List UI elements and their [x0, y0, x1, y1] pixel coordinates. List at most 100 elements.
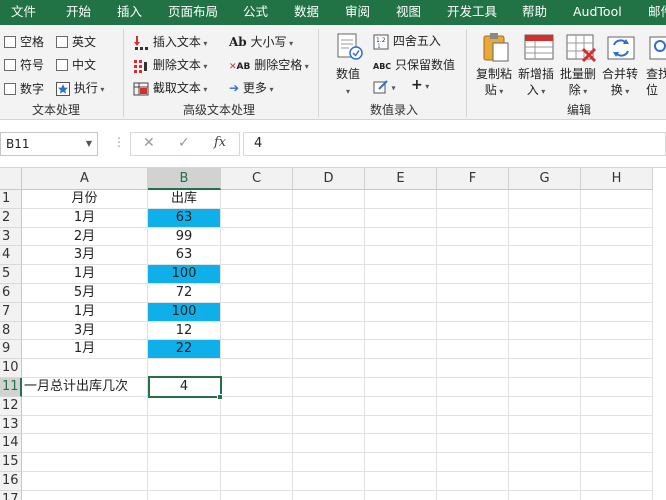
name-box[interactable]: B11 ▼	[0, 132, 98, 156]
cell-d2[interactable]	[293, 208, 365, 228]
row-header-11[interactable]: 11	[0, 378, 22, 397]
cell-f13[interactable]	[437, 415, 509, 435]
cell-g9[interactable]	[509, 340, 581, 360]
cell-d7[interactable]	[293, 302, 365, 322]
column-header-h[interactable]: H	[581, 168, 653, 190]
fill-handle[interactable]	[217, 394, 223, 400]
cell-d5[interactable]	[293, 265, 365, 284]
cell-a12[interactable]	[22, 396, 148, 416]
insert-function-icon[interactable]: fx	[214, 135, 226, 150]
add-insert-button[interactable]: 新增插入 ▾	[518, 66, 554, 100]
cell-h14[interactable]	[581, 434, 653, 454]
cell-g7[interactable]	[509, 302, 581, 322]
row-header-3[interactable]: 3	[0, 227, 22, 247]
cell-c11[interactable]	[221, 378, 293, 397]
cell-b17[interactable]	[148, 490, 221, 500]
cell-d13[interactable]	[293, 415, 365, 435]
cell-f4[interactable]	[437, 246, 509, 266]
round-button[interactable]: 1.2 1 四舍五入	[373, 32, 441, 50]
row-header-15[interactable]: 15	[0, 453, 22, 472]
checkbox-english[interactable]: 英文	[56, 33, 96, 50]
cell-c4[interactable]	[221, 246, 293, 266]
cell-f11[interactable]	[437, 378, 509, 397]
cell-f3[interactable]	[437, 227, 509, 247]
cell-d9[interactable]	[293, 340, 365, 360]
tab-insert[interactable]: 插入	[117, 0, 142, 25]
cell-e13[interactable]	[365, 415, 437, 435]
cell-c15[interactable]	[221, 453, 293, 472]
row-header-6[interactable]: 6	[0, 284, 22, 303]
cell-d15[interactable]	[293, 453, 365, 472]
cell-b9[interactable]: 22	[148, 340, 221, 360]
cell-h10[interactable]	[581, 359, 653, 378]
cell-e12[interactable]	[365, 396, 437, 416]
cell-a13[interactable]	[22, 415, 148, 435]
cell-g11[interactable]	[509, 378, 581, 397]
column-header-f[interactable]: F	[437, 168, 509, 190]
cell-e2[interactable]	[365, 208, 437, 228]
cell-h3[interactable]	[581, 227, 653, 247]
tab-page-layout[interactable]: 页面布局	[168, 0, 218, 25]
cell-h11[interactable]	[581, 378, 653, 397]
cell-g16[interactable]	[509, 472, 581, 491]
cell-f1[interactable]	[437, 190, 509, 209]
cell-e17[interactable]	[365, 490, 437, 500]
cell-a10[interactable]	[22, 359, 148, 378]
tab-formulas[interactable]: 公式	[243, 0, 268, 25]
cell-d1[interactable]	[293, 190, 365, 209]
execute-button[interactable]: 执行 ▾	[56, 79, 104, 96]
cell-d4[interactable]	[293, 246, 365, 266]
cell-a1[interactable]: 月份	[22, 190, 148, 209]
cell-f17[interactable]	[437, 490, 509, 500]
tab-audtool[interactable]: AudTool	[573, 0, 622, 25]
row-header-9[interactable]: 9	[0, 340, 22, 360]
tab-review[interactable]: 审阅	[345, 0, 370, 25]
cell-h17[interactable]	[581, 490, 653, 500]
cell-a16[interactable]	[22, 472, 148, 491]
cell-f12[interactable]	[437, 396, 509, 416]
column-header-g[interactable]: G	[509, 168, 581, 190]
row-header-17[interactable]: 17	[0, 490, 22, 500]
cell-b2[interactable]: 63	[148, 208, 221, 228]
batch-delete-button[interactable]: 批量删除 ▾	[560, 66, 596, 100]
cell-g2[interactable]	[509, 208, 581, 228]
row-header-4[interactable]: 4	[0, 246, 22, 266]
tab-view[interactable]: 视图	[396, 0, 421, 25]
column-header-c[interactable]: C	[221, 168, 293, 190]
cell-a14[interactable]	[22, 434, 148, 454]
cell-e15[interactable]	[365, 453, 437, 472]
cell-d14[interactable]	[293, 434, 365, 454]
row-header-2[interactable]: 2	[0, 208, 22, 228]
cell-e5[interactable]	[365, 265, 437, 284]
cell-a7[interactable]: 1月	[22, 302, 148, 322]
checkbox-number[interactable]: 数字	[4, 80, 44, 97]
cell-e3[interactable]	[365, 227, 437, 247]
cell-f15[interactable]	[437, 453, 509, 472]
cell-g17[interactable]	[509, 490, 581, 500]
cell-a4[interactable]: 3月	[22, 246, 148, 266]
cell-a3[interactable]: 2月	[22, 227, 148, 247]
cell-e11[interactable]	[365, 378, 437, 397]
chevron-down-icon[interactable]: ▼	[86, 133, 92, 155]
cell-e7[interactable]	[365, 302, 437, 322]
cell-g4[interactable]	[509, 246, 581, 266]
cell-b12[interactable]	[148, 396, 221, 416]
cell-a15[interactable]	[22, 453, 148, 472]
cell-g8[interactable]	[509, 321, 581, 341]
cell-f6[interactable]	[437, 284, 509, 303]
cell-f5[interactable]	[437, 265, 509, 284]
cell-h8[interactable]	[581, 321, 653, 341]
cell-c14[interactable]	[221, 434, 293, 454]
cell-e16[interactable]	[365, 472, 437, 491]
cell-b7[interactable]: 100	[148, 302, 221, 322]
cell-h12[interactable]	[581, 396, 653, 416]
cell-b16[interactable]	[148, 472, 221, 491]
column-header-b[interactable]: B	[148, 168, 221, 190]
cell-h5[interactable]	[581, 265, 653, 284]
cell-a8[interactable]: 3月	[22, 321, 148, 341]
cell-c13[interactable]	[221, 415, 293, 435]
cell-f16[interactable]	[437, 472, 509, 491]
checkbox-chinese[interactable]: 中文	[56, 56, 96, 73]
extract-text-button[interactable]: 截取文本 ▾	[133, 79, 207, 97]
cell-a5[interactable]: 1月	[22, 265, 148, 284]
